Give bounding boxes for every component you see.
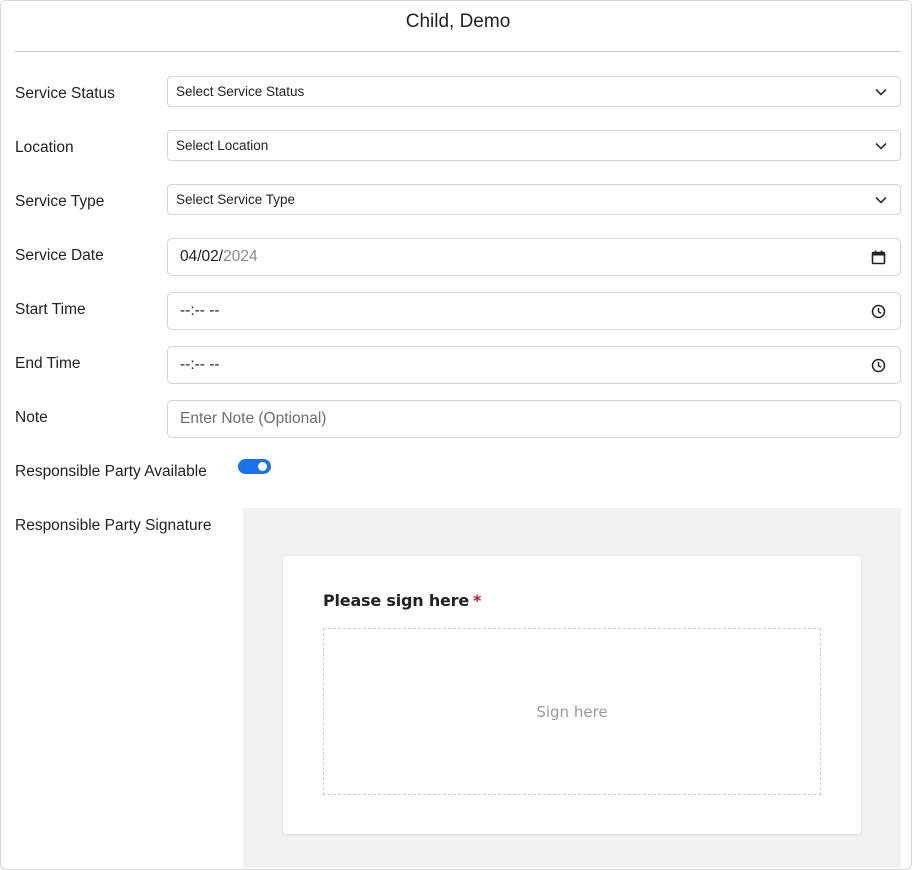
chevron-down-icon [875,196,887,204]
location-select[interactable]: Select Location [167,130,901,161]
signature-prompt: Please sign here * [323,591,481,610]
service-date-input[interactable]: 04/02/2024 [167,238,901,276]
service-type-label: Service Type [15,193,105,210]
service-status-value: Select Service Status [176,84,305,99]
note-label: Note [15,409,48,426]
end-time-input[interactable]: --:-- -- [167,346,901,384]
service-status-label: Service Status [15,85,115,102]
signature-prompt-text: Please sign here [323,591,470,610]
required-marker: * [473,591,482,610]
service-date-month-day: 04/02/ [180,248,224,265]
signature-pad[interactable]: Sign here [323,628,821,795]
service-type-select[interactable]: Select Service Type [167,184,901,215]
note-placeholder: Enter Note (Optional) [180,410,327,427]
signature-card: Please sign here * Sign here [283,556,861,834]
location-value: Select Location [176,138,269,153]
clock-icon[interactable] [871,304,886,319]
chevron-down-icon [875,88,887,96]
end-time-value: --:-- -- [180,356,220,373]
note-input[interactable]: Enter Note (Optional) [167,400,901,438]
responsible-party-signature-label: Responsible Party Signature [15,517,212,534]
calendar-icon[interactable] [871,250,886,265]
service-status-select[interactable]: Select Service Status [167,76,901,107]
clock-icon[interactable] [871,358,886,373]
signature-pad-placeholder: Sign here [536,702,608,721]
end-time-label: End Time [15,355,81,372]
start-time-value: --:-- -- [180,302,220,319]
toggle-knob [258,462,267,471]
page-title: Child, Demo [405,11,511,32]
title-divider [15,51,901,52]
form-panel: Child, Demo Service Status Select Servic… [0,0,912,870]
responsible-party-available-label: Responsible Party Available [15,463,207,480]
service-date-label: Service Date [15,247,104,264]
signature-area: Please sign here * Sign here [243,508,901,868]
service-type-value: Select Service Type [176,192,296,207]
responsible-party-toggle[interactable] [238,459,271,474]
chevron-down-icon [875,142,887,150]
location-label: Location [15,139,74,156]
start-time-label: Start Time [15,301,86,318]
service-date-year: 2024 [223,248,258,265]
start-time-input[interactable]: --:-- -- [167,292,901,330]
